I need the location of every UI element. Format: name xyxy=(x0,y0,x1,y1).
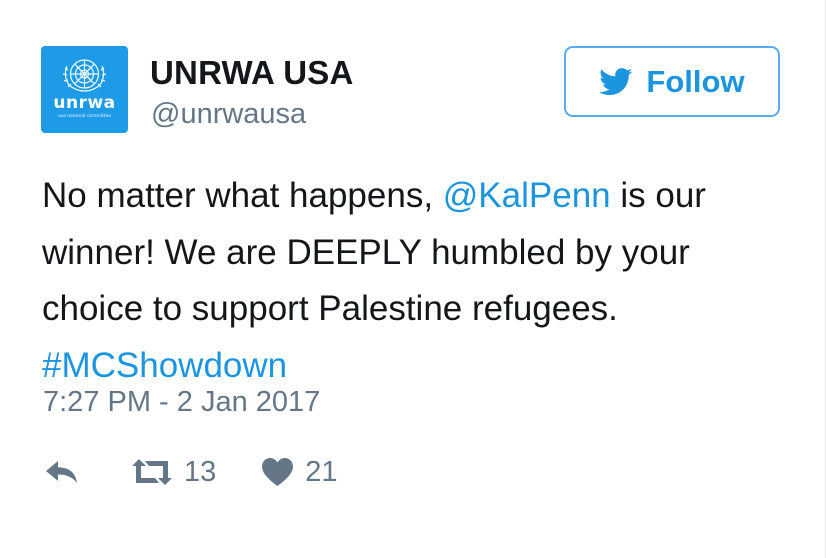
follow-button-label: Follow xyxy=(646,63,745,99)
like-button[interactable]: 21 xyxy=(261,455,338,489)
tweet-text: No matter what happens, @KalPenn is our … xyxy=(42,168,802,394)
retweet-button[interactable]: 13 xyxy=(131,456,216,489)
tweet-text-line3: choice to support Palestine refugees. xyxy=(42,289,618,328)
tweet-text-line1-prefix: No matter what happens, xyxy=(42,176,443,215)
tweet-text-line2: winner! We are DEEPLY humbled by your xyxy=(42,232,690,272)
un-emblem-icon xyxy=(62,59,107,92)
follow-button[interactable]: Follow xyxy=(564,46,780,117)
avatar-subline: usa national committee xyxy=(57,114,112,119)
twitter-bird-icon xyxy=(599,67,633,95)
tweet-timestamp[interactable]: 7:27 PM - 2 Jan 2017 xyxy=(43,386,320,419)
tweet-card: unrwa usa national committee UNRWA USA @… xyxy=(0,0,826,558)
author-handle[interactable]: @unrwausa xyxy=(151,98,306,131)
reply-button[interactable] xyxy=(44,458,81,486)
retweet-icon xyxy=(132,459,172,485)
like-count: 21 xyxy=(305,455,338,488)
hashtag-link[interactable]: #MCShowdown xyxy=(42,346,287,385)
reply-icon xyxy=(46,461,77,483)
retweet-count: 13 xyxy=(184,455,217,488)
avatar-wordmark: unrwa xyxy=(53,93,116,113)
tweet-actions: 13 21 xyxy=(44,452,338,492)
author-display-name[interactable]: UNRWA USA xyxy=(150,54,353,92)
mention-link[interactable]: @KalPenn xyxy=(443,176,611,215)
heart-icon xyxy=(262,458,294,486)
avatar[interactable]: unrwa usa national committee xyxy=(41,46,128,133)
tweet-text-line1-suffix: is our xyxy=(610,176,706,215)
